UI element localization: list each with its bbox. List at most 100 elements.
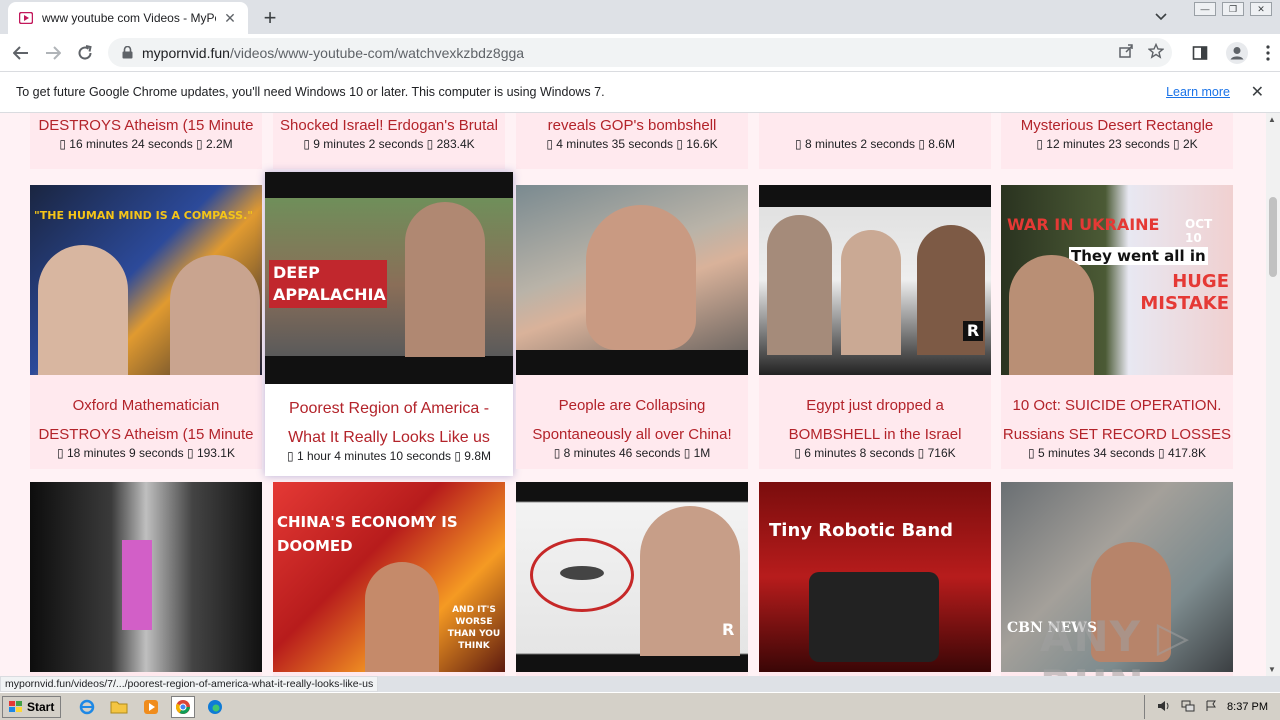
page-content: DESTROYS Atheism (15 Minute ▯ 16 minutes… [0, 113, 1266, 676]
person-face [586, 205, 696, 350]
video-card[interactable] [30, 482, 262, 676]
video-title[interactable]: Mysterious Desert Rectangle [1001, 113, 1233, 140]
side-panel-icon[interactable] [1192, 45, 1208, 66]
update-infobar: To get future Google Chrome updates, you… [0, 71, 1280, 113]
person-figure [405, 202, 485, 357]
tab-close-icon[interactable]: ✕ [222, 10, 238, 26]
folder-icon[interactable] [107, 696, 131, 718]
video-meta: ▯ 18 minutes 9 seconds ▯ 193.1K [57, 446, 235, 460]
video-title-line[interactable]: Spontaneously all over China! [516, 420, 748, 449]
video-title-line[interactable]: BOMBSHELL in the Israel [759, 420, 991, 449]
video-title-line[interactable]: 10 Oct: SUICIDE OPERATION. [1001, 391, 1233, 420]
channel-logo: R [722, 620, 735, 639]
thumbnail-subcaption: AND IT'S WORSE THAN YOU THINK [447, 605, 501, 651]
video-meta: ▯ 8 minutes 2 seconds ▯ 8.6M [795, 137, 955, 151]
chrome-taskbar-icon[interactable] [171, 695, 196, 718]
video-title-line[interactable]: Oxford Mathematician [30, 391, 262, 420]
minimize-button[interactable]: — [1194, 2, 1216, 16]
close-window-button[interactable]: ✕ [1250, 2, 1272, 16]
video-thumbnail[interactable]: "THE HUMAN MIND IS A COMPASS." [30, 185, 262, 375]
address-bar[interactable]: mypornvid.fun/videos/www-youtube-com/wat… [108, 38, 1172, 67]
video-thumbnail[interactable]: R [516, 482, 748, 672]
menu-kebab-icon[interactable] [1266, 45, 1270, 66]
thumbnail-caption: WAR IN UKRAINE [1007, 215, 1160, 234]
anyrun-watermark: ANY ▷ RUN [1040, 612, 1190, 676]
vertical-scrollbar[interactable]: ▲ ▼ [1266, 113, 1280, 676]
learn-more-link[interactable]: Learn more [1166, 85, 1230, 99]
toolbar-right [1192, 42, 1270, 69]
person-face [365, 562, 439, 672]
video-title-line[interactable]: People are Collapsing [516, 391, 748, 420]
site-favicon-icon [18, 10, 34, 26]
video-card[interactable]: CHINA'S ECONOMY IS DOOMED AND IT'S WORSE… [273, 482, 505, 676]
video-card[interactable]: People are Collapsing Spontaneously all … [516, 185, 748, 469]
thumbnail-date: OCT 10 [1185, 217, 1213, 245]
letterbox [516, 350, 748, 375]
restore-button[interactable]: ❐ [1222, 2, 1244, 16]
video-meta: ▯ 9 minutes 2 seconds ▯ 283.4K [303, 137, 475, 151]
start-button[interactable]: Start [2, 695, 62, 718]
clock[interactable]: 8:37 PM [1227, 701, 1268, 713]
tab-strip: www youtube com Videos - MyPornVid ✕ + —… [0, 0, 1280, 34]
video-card[interactable]: Shocked Israel! Erdogan's Brutal ▯ 9 min… [273, 113, 505, 169]
video-title-line[interactable]: What It Really Looks Like us [265, 423, 513, 452]
share-icon[interactable] [1118, 43, 1134, 62]
profile-avatar-icon[interactable] [1226, 42, 1248, 69]
window-controls: — ❐ ✕ [1194, 2, 1272, 16]
video-thumbnail[interactable]: Tiny Robotic Band [759, 482, 991, 672]
flag-icon[interactable] [1205, 700, 1217, 715]
video-title[interactable]: DESTROYS Atheism (15 Minute [30, 113, 262, 140]
lock-icon[interactable] [120, 46, 134, 60]
tab-search-chevron-icon[interactable] [1150, 6, 1172, 28]
video-title-line[interactable]: DESTROYS Atheism (15 Minute [30, 420, 262, 449]
video-card[interactable]: R Egypt just dropped a BOMBSHELL in the … [759, 185, 991, 469]
video-thumbnail[interactable] [516, 185, 748, 375]
person-figure [122, 540, 152, 630]
media-player-icon[interactable] [139, 696, 163, 718]
back-arrow-icon[interactable] [8, 40, 34, 66]
volume-icon[interactable] [1157, 700, 1171, 715]
video-card[interactable]: R [516, 482, 748, 676]
video-title-line[interactable]: Egypt just dropped a [759, 391, 991, 420]
video-thumbnail[interactable]: DEEP APPALACHIA [265, 172, 513, 384]
video-card[interactable]: Mysterious Desert Rectangle ▯ 12 minutes… [1001, 113, 1233, 169]
video-title[interactable] [759, 113, 991, 140]
letterbox [759, 185, 991, 207]
video-title-line[interactable]: Russians SET RECORD LOSSES [1001, 420, 1233, 449]
video-card-hovered[interactable]: DEEP APPALACHIA Poorest Region of Americ… [265, 172, 513, 476]
video-meta: ▯ 5 minutes 34 seconds ▯ 417.8K [1028, 446, 1206, 460]
edge-icon[interactable] [203, 696, 227, 718]
scroll-thumb[interactable] [1269, 197, 1277, 277]
ie-icon[interactable] [75, 696, 99, 718]
thumbnail-caption: CHINA'S ECONOMY IS DOOMED [277, 513, 458, 555]
scroll-up-arrow-icon[interactable]: ▲ [1268, 115, 1276, 124]
video-thumbnail[interactable]: CHINA'S ECONOMY IS DOOMED AND IT'S WORSE… [273, 482, 505, 672]
video-card[interactable]: WAR IN UKRAINE OCT 10 They went all in H… [1001, 185, 1233, 469]
forward-arrow-icon[interactable] [40, 40, 66, 66]
video-thumbnail[interactable] [30, 482, 262, 672]
new-tab-button[interactable]: + [258, 5, 282, 30]
browser-tab[interactable]: www youtube com Videos - MyPornVid ✕ [8, 2, 248, 34]
taskbar-pinned [75, 695, 227, 718]
infobar-close-icon[interactable]: ✕ [1251, 82, 1264, 102]
system-tray: 8:37 PM [1144, 695, 1280, 719]
video-card[interactable]: Tiny Robotic Band [759, 482, 991, 676]
channel-logo: R [963, 321, 983, 341]
infobar-message: To get future Google Chrome updates, you… [16, 85, 605, 99]
video-thumbnail[interactable]: WAR IN UKRAINE OCT 10 They went all in H… [1001, 185, 1233, 375]
scroll-down-arrow-icon[interactable]: ▼ [1268, 665, 1276, 674]
network-icon[interactable] [1181, 700, 1195, 715]
video-card[interactable]: "THE HUMAN MIND IS A COMPASS." Oxford Ma… [30, 185, 262, 469]
bookmark-star-icon[interactable] [1147, 42, 1165, 62]
video-title[interactable]: reveals GOP's bombshell [516, 113, 748, 140]
video-card[interactable]: ▯ 8 minutes 2 seconds ▯ 8.6M [759, 113, 991, 169]
video-thumbnail[interactable]: R [759, 185, 991, 375]
start-label: Start [27, 699, 55, 714]
video-card[interactable]: DESTROYS Atheism (15 Minute ▯ 16 minutes… [30, 113, 262, 169]
video-title-line[interactable]: Poorest Region of America - [265, 394, 513, 423]
video-title[interactable]: Shocked Israel! Erdogan's Brutal [273, 113, 505, 140]
video-card[interactable]: reveals GOP's bombshell ▯ 4 minutes 35 s… [516, 113, 748, 169]
reload-icon[interactable] [72, 40, 98, 66]
tab-title: www youtube com Videos - MyPornVid [42, 11, 216, 25]
person-figure [1009, 255, 1094, 375]
